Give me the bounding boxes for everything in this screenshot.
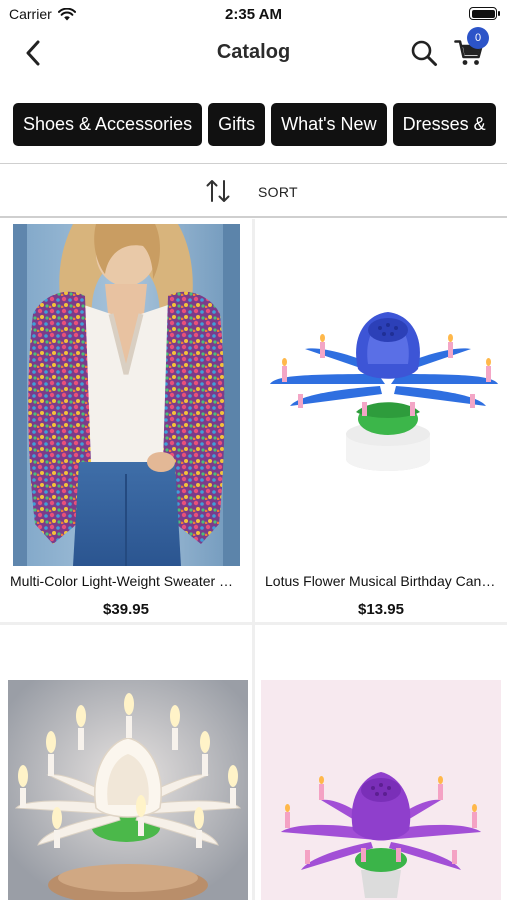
category-chip-shoes-accessories[interactable]: Shoes & Accessories (13, 103, 203, 146)
product-card[interactable]: Multi-Color Light-Weight Sweater Cardiga… (0, 219, 252, 622)
sort-icon (206, 180, 230, 202)
product-price: $39.95 (103, 601, 149, 618)
category-chips: Shoes & Accessories Gifts What's New Dre… (13, 103, 496, 146)
category-chip-gifts[interactable]: Gifts (208, 103, 266, 146)
product-image-sweater[interactable] (13, 224, 240, 566)
product-card[interactable] (255, 625, 507, 900)
sort-bar[interactable]: SORT (0, 163, 507, 218)
cart-count-badge: 0 (467, 27, 489, 49)
search-icon (411, 40, 437, 66)
product-image-lotus-candle-blue[interactable] (260, 224, 502, 566)
product-price: $13.95 (358, 601, 404, 618)
search-button[interactable] (408, 37, 440, 69)
category-chip-dresses[interactable]: Dresses & (392, 103, 496, 146)
battery-icon (469, 7, 500, 20)
product-card[interactable]: Lotus Flower Musical Birthday Candle $13… (255, 219, 507, 622)
product-image-lotus-candle-purple[interactable] (261, 680, 501, 900)
product-grid: Multi-Color Light-Weight Sweater Cardiga… (0, 219, 507, 900)
product-name[interactable]: Multi-Color Light-Weight Sweater Cardiga… (0, 573, 252, 589)
clock: 2:35 AM (225, 6, 282, 23)
product-card[interactable] (0, 625, 252, 900)
product-name[interactable]: Lotus Flower Musical Birthday Candle (255, 573, 507, 589)
category-chip-whats-new[interactable]: What's New (271, 103, 387, 146)
nav-bar: Catalog (0, 28, 507, 78)
status-bar: Carrier 2:35 AM (0, 0, 507, 28)
product-image-lotus-candle-white[interactable] (8, 680, 248, 900)
sort-label: SORT (258, 184, 298, 200)
